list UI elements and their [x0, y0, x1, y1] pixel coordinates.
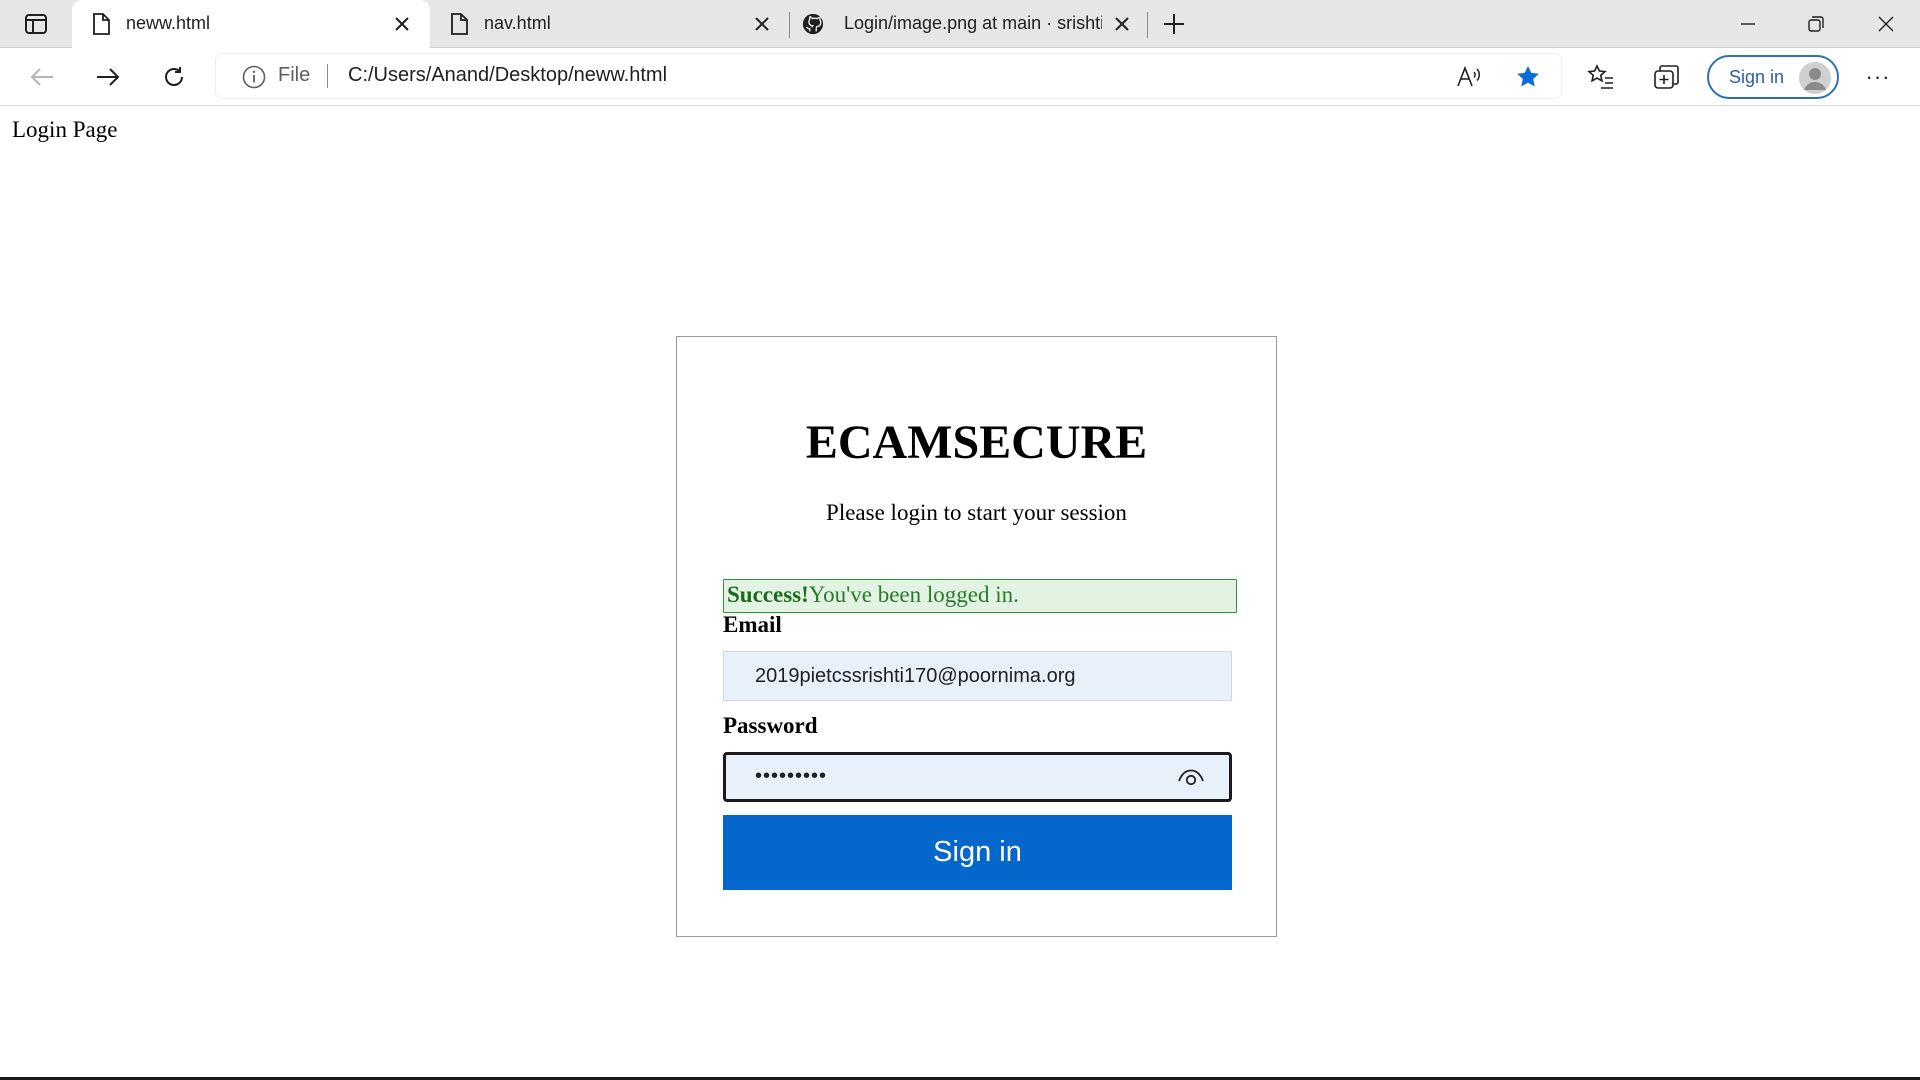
tab-strip: neww.html nav.html Login/image.png at ma…	[0, 0, 1920, 48]
close-icon	[1115, 17, 1129, 31]
github-icon	[802, 13, 824, 35]
tab-neww[interactable]: neww.html	[72, 0, 430, 48]
tab-divider	[1147, 12, 1148, 38]
url-scheme: File	[278, 64, 311, 86]
sign-in-button[interactable]: Sign in	[723, 815, 1232, 890]
tab-close-button[interactable]	[390, 12, 414, 36]
tab-close-button[interactable]	[750, 12, 774, 36]
close-icon	[1878, 16, 1894, 32]
new-tab-button[interactable]	[1156, 8, 1192, 40]
tab-title: Login/image.png at main · srishti	[844, 13, 1102, 33]
favorites-button[interactable]	[1581, 58, 1621, 96]
password-value: •••••••••	[755, 765, 828, 787]
password-label: Password	[723, 713, 818, 738]
forward-button[interactable]	[88, 58, 128, 96]
file-icon	[90, 13, 112, 35]
reveal-password-icon[interactable]	[1177, 767, 1205, 787]
url-text[interactable]: C:/Users/Anand/Desktop/neww.html	[348, 64, 667, 87]
info-icon[interactable]	[242, 65, 266, 89]
url-divider	[327, 64, 328, 88]
alert-message: You've been logged in.	[808, 582, 1019, 607]
favorites-list-icon	[1587, 64, 1613, 89]
browser-toolbar: File C:/Users/Anand/Desktop/neww.html Si…	[0, 48, 1920, 106]
minimize-icon	[1741, 23, 1755, 25]
page-viewport: Login Page ECAMSECURE Please login to st…	[0, 107, 1920, 1077]
tab-github[interactable]: Login/image.png at main · srishti	[790, 0, 1146, 48]
brand-title: ECAMSECURE	[805, 416, 1148, 469]
password-field[interactable]: •••••••••	[723, 752, 1232, 802]
star-filled-icon	[1517, 65, 1539, 87]
more-options-button[interactable]: ···	[1858, 58, 1898, 96]
email-value: 2019pietcssrishti170@poornima.org	[755, 665, 1076, 687]
tab-title: nav.html	[484, 13, 551, 33]
tab-actions-button[interactable]	[18, 11, 54, 37]
avatar-icon	[1799, 62, 1831, 94]
close-icon	[755, 17, 769, 31]
back-button[interactable]	[22, 58, 62, 96]
collections-icon	[1654, 65, 1679, 89]
refresh-button[interactable]	[154, 58, 194, 96]
refresh-icon	[165, 67, 183, 86]
favorite-button[interactable]	[1513, 62, 1543, 92]
tab-nav[interactable]: nav.html	[430, 0, 788, 48]
alert-strong: Success!	[727, 582, 809, 607]
address-bar[interactable]: File C:/Users/Anand/Desktop/neww.html	[216, 54, 1561, 98]
login-card: ECAMSECURE Please login to start your se…	[676, 336, 1277, 937]
file-icon	[448, 13, 470, 35]
restore-icon	[1808, 16, 1824, 32]
window-close-button[interactable]	[1852, 0, 1920, 48]
tab-title: neww.html	[126, 13, 211, 33]
profile-sign-in-button[interactable]: Sign in	[1707, 55, 1839, 99]
email-field[interactable]: 2019pietcssrishti170@poornima.org	[723, 651, 1232, 701]
success-alert: Success!You've been logged in.	[723, 579, 1237, 613]
read-aloud-button[interactable]	[1454, 62, 1484, 92]
collections-button[interactable]	[1647, 58, 1687, 96]
arrow-right-icon	[97, 68, 120, 86]
minimize-button[interactable]	[1714, 0, 1782, 48]
login-subtitle: Please login to start your session	[826, 500, 1127, 525]
restore-button[interactable]	[1782, 0, 1850, 48]
tab-close-button[interactable]	[1110, 12, 1134, 36]
email-label: Email	[723, 612, 782, 637]
read-aloud-icon	[1457, 66, 1480, 87]
page-label: Login Page	[12, 117, 118, 142]
close-icon	[395, 17, 409, 31]
arrow-left-icon	[30, 68, 53, 86]
plus-icon	[1164, 14, 1184, 34]
more-icon: ···	[1865, 64, 1891, 89]
profile-label: Sign in	[1729, 67, 1785, 87]
tab-actions-icon	[25, 14, 47, 34]
